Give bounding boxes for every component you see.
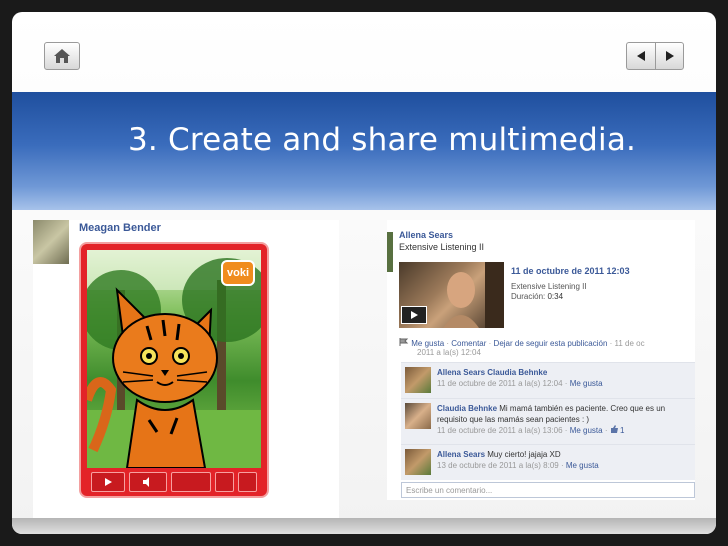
play-button[interactable] xyxy=(401,306,427,324)
voki-post-screenshot: Meagan Bender voki xyxy=(33,220,339,520)
facebook-post-screenshot: Allena Sears Extensive Listening II 11 d… xyxy=(387,220,695,500)
control-spacer xyxy=(171,472,211,492)
comment: Claudia Behnke Mi mamá también es pacien… xyxy=(401,398,695,444)
voki-player[interactable]: voki xyxy=(79,242,269,498)
post-subtitle: Extensive Listening II xyxy=(399,242,485,252)
voki-controls xyxy=(91,472,258,492)
avatar xyxy=(405,449,431,475)
avatar xyxy=(387,232,393,272)
comment-meta: 13 de octubre de 2011 a la(s) 8:09 · Me … xyxy=(437,461,599,470)
voki-logo: voki xyxy=(221,260,255,286)
play-icon xyxy=(105,478,113,486)
triangle-left-icon xyxy=(637,51,645,61)
comment-text[interactable]: Claudia Behnke xyxy=(487,368,547,377)
comment-meta: 11 de octubre de 2011 a la(s) 13:06 · Me… xyxy=(437,425,625,435)
volume-button[interactable] xyxy=(129,472,168,492)
triangle-right-icon xyxy=(665,51,674,61)
video-title: Extensive Listening II xyxy=(511,282,587,291)
bottom-bar xyxy=(12,518,716,534)
video-thumbnail[interactable] xyxy=(399,262,504,328)
comment-author[interactable]: Allena Sears xyxy=(437,450,485,459)
flag-icon xyxy=(399,338,409,346)
comment-author[interactable]: Claudia Behnke xyxy=(437,404,497,413)
voki-scene: voki xyxy=(87,250,261,468)
comment-input[interactable]: Escribe un comentario... xyxy=(401,482,695,498)
slide-title: 3. Create and share multimedia. xyxy=(128,122,637,158)
control-button-b[interactable] xyxy=(237,472,258,492)
like-link[interactable]: Me gusta xyxy=(411,339,444,348)
comment-author[interactable]: Allena Sears xyxy=(437,368,485,377)
like-link[interactable]: Me gusta xyxy=(566,461,599,470)
avatar xyxy=(33,220,69,264)
unfollow-link[interactable]: Dejar de seguir esta publicación xyxy=(494,339,608,348)
comment-text: Muy cierto! jajaja XD xyxy=(487,450,561,459)
play-button[interactable] xyxy=(91,472,126,492)
post-timestamp: 2011 a la(s) 12:04 xyxy=(417,348,481,357)
play-icon xyxy=(411,311,418,319)
post-timestamp-start: 11 de oc xyxy=(614,339,645,348)
home-icon xyxy=(54,49,70,63)
post-author[interactable]: Meagan Bender xyxy=(79,222,161,234)
post-author[interactable]: Allena Sears xyxy=(399,230,453,240)
home-button[interactable] xyxy=(44,42,80,70)
next-slide-button[interactable] xyxy=(655,42,684,70)
comment: Allena Sears Claudia Behnke 11 de octubr… xyxy=(401,362,695,398)
title-band: 3. Create and share multimedia. xyxy=(12,92,716,210)
comment-meta: 11 de octubre de 2011 a la(s) 12:04 · Me… xyxy=(437,379,603,388)
comment-link[interactable]: Comentar xyxy=(451,339,486,348)
likes-count: 1 xyxy=(619,426,625,435)
like-link[interactable]: Me gusta xyxy=(570,426,603,435)
video-duration: Duración: 0:34 xyxy=(511,292,564,301)
post-actions: Me gusta · Comentar · Dejar de seguir es… xyxy=(399,338,645,348)
previous-slide-button[interactable] xyxy=(626,42,655,70)
avatar xyxy=(405,403,431,429)
comment: Allena Sears Muy cierto! jajaja XD 13 de… xyxy=(401,444,695,480)
avatar xyxy=(405,367,431,393)
video-date[interactable]: 11 de octubre de 2011 12:03 xyxy=(511,266,630,276)
thumbs-up-icon xyxy=(610,425,618,433)
speaker-icon xyxy=(143,477,150,487)
control-button-a[interactable] xyxy=(214,472,234,492)
like-link[interactable]: Me gusta xyxy=(570,379,603,388)
slide: 3. Create and share multimedia. Meagan B… xyxy=(12,12,716,534)
